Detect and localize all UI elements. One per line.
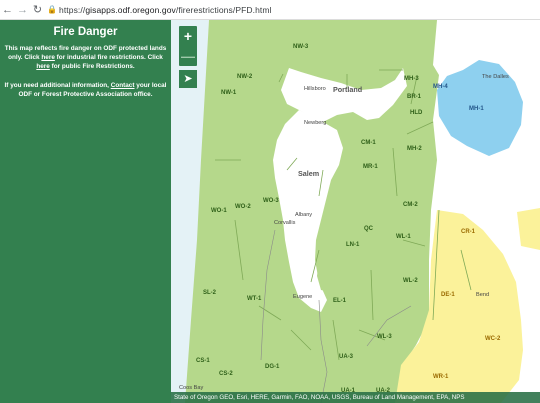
browser-toolbar: ← → ↻ 🔒 https://gisapps.odf.oregon.gov/f… (0, 0, 540, 20)
lock-icon[interactable]: 🔒 (45, 5, 59, 14)
zone-label[interactable]: DE-1 (441, 292, 455, 298)
zone-label[interactable]: CR-1 (461, 229, 476, 235)
zone-label[interactable]: WT-1 (247, 296, 262, 302)
url-scheme: https:// (59, 4, 86, 15)
info-panel: Fire Danger This map reflects fire dange… (0, 20, 171, 403)
city-label: Salem (298, 169, 319, 178)
zone-label[interactable]: WO-1 (211, 208, 227, 214)
zone-label[interactable]: CM-1 (361, 140, 376, 146)
zone-label[interactable]: CS-1 (196, 358, 210, 364)
zone-label[interactable]: EL-1 (333, 298, 347, 304)
zoom-control: + — (179, 26, 197, 66)
zone-label[interactable]: LN-1 (346, 242, 360, 248)
zone-label[interactable]: SL-2 (203, 290, 217, 296)
zoom-out-button[interactable]: — (179, 46, 197, 66)
panel-title: Fire Danger (53, 26, 118, 38)
map-attribution: State of Oregon GEO, Esri, HERE, Garmin,… (171, 392, 540, 403)
arrow-right-icon[interactable]: → (15, 4, 30, 16)
city-label: Coos Bay (179, 385, 203, 391)
zone-label[interactable]: WL-1 (396, 234, 411, 240)
city-label: Eugene (293, 294, 312, 300)
map-canvas[interactable]: NW-3 NW-2 NW-1 MH-3 MH-4 MH-1 BR-1 HLD M… (171, 20, 540, 403)
zone-label[interactable]: HLD (410, 110, 423, 116)
zone-label[interactable]: QC (364, 226, 374, 232)
zone-label[interactable]: WR-1 (433, 374, 449, 380)
city-label: Bend (476, 292, 489, 298)
zone-label[interactable]: WL-3 (377, 334, 392, 340)
zone-label[interactable]: DG-1 (265, 364, 280, 370)
zone-label[interactable]: WO-3 (263, 198, 279, 204)
zone-label[interactable]: WO-2 (235, 204, 251, 210)
reload-icon[interactable]: ↻ (30, 3, 45, 16)
zone-label[interactable]: WC-2 (485, 336, 501, 342)
zone-label[interactable]: CS-2 (219, 371, 233, 377)
zone-label[interactable]: NW-1 (221, 90, 237, 96)
zone-label[interactable]: MH-1 (469, 106, 484, 112)
city-label: Corvallis (274, 220, 296, 226)
zoom-in-button[interactable]: + (179, 26, 197, 46)
zone-label[interactable]: MH-2 (407, 146, 422, 152)
url-host: gisapps.odf.oregon.gov (85, 4, 176, 15)
zone-label[interactable]: MR-1 (363, 164, 378, 170)
url-path: /firerestrictions/PFD.html (175, 4, 272, 15)
zone-label[interactable]: UA-3 (339, 354, 354, 360)
address-bar[interactable]: https://gisapps.odf.oregon.gov/firerestr… (59, 5, 272, 15)
zone-label[interactable]: NW-2 (237, 74, 253, 80)
locate-icon: ➤ (183, 73, 193, 85)
industrial-restrictions-link[interactable]: here (41, 54, 55, 61)
zone-label[interactable]: BR-1 (407, 94, 422, 100)
zone-label[interactable]: MH-3 (404, 76, 419, 82)
zone-label[interactable]: CM-2 (403, 202, 418, 208)
zone-label[interactable]: MH-4 (433, 84, 448, 90)
contact-text-1: If you need additional information, (4, 82, 111, 89)
description-text-3: for public Fire Restrictions. (49, 63, 135, 70)
zone-label[interactable]: NW-3 (293, 44, 309, 50)
map-view[interactable]: NW-3 NW-2 NW-1 MH-3 MH-4 MH-1 BR-1 HLD M… (171, 20, 540, 403)
zone-label[interactable]: WL-2 (403, 278, 418, 284)
panel-description: This map reflects fire danger on ODF pro… (0, 44, 171, 71)
contact-info: If you need additional information, Cont… (0, 81, 171, 99)
locate-button[interactable]: ➤ (179, 70, 197, 88)
contact-link[interactable]: Contact (111, 82, 135, 89)
city-label: Portland (333, 85, 362, 94)
city-label: Hillsboro (304, 86, 326, 92)
city-label: Newberg (304, 120, 326, 126)
public-restrictions-link[interactable]: here (36, 63, 50, 70)
description-text-2: for industrial fire restrictions. Click (54, 54, 163, 61)
city-label: The Dalles (482, 74, 509, 80)
city-label: Albany (295, 212, 312, 218)
arrow-left-icon[interactable]: ← (0, 4, 15, 16)
